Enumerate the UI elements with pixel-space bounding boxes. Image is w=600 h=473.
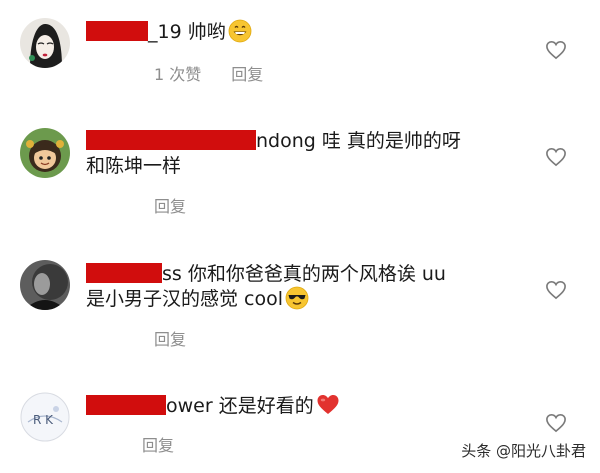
like-heart-button[interactable] [545,40,567,60]
username[interactable]: ndong [256,130,316,152]
comment-text-line2: 是小男子汉的感觉 cool [86,285,309,313]
grinning-face-emoji-icon [228,19,252,43]
username[interactable]: ss [162,263,182,285]
comment-text: ndong 哇 真的是帅的呀 [86,127,461,155]
comment-body-line2: 是小男子汉的感觉 cool [86,288,284,310]
heart-outline-icon [546,413,566,433]
username-redaction [86,395,166,415]
comment-text: _19 帅哟 [86,18,252,46]
username-redaction [86,21,148,41]
avatar-dark-photo-icon [20,260,70,310]
reply-button[interactable]: 回复 [142,436,174,455]
sunglasses-face-emoji-icon [285,286,309,310]
comment-meta: 1 次赞 回复 [154,61,263,85]
red-heart-emoji-icon [316,393,340,417]
comment-text-line2: 和陈坤一样 [86,152,181,180]
username[interactable]: _19 [148,21,182,43]
likes-count[interactable]: 1 次赞 [154,65,201,84]
comment-body-line1: 你和你爸爸真的两个风格诶 uu [181,263,446,285]
comment-body: 还是好看的 [212,395,314,417]
user-avatar[interactable] [20,260,70,310]
heart-outline-icon [546,147,566,167]
comment-body-line1: 哇 真的是帅的呀 [315,130,461,152]
avatar-logo-icon: R K [20,392,70,442]
like-heart-button[interactable] [545,280,567,300]
comment-text: ower 还是好看的 [86,392,340,420]
user-avatar[interactable] [20,18,70,68]
comment-meta: 回复 [154,193,186,217]
svg-text:R K: R K [33,413,54,427]
reply-button[interactable]: 回复 [231,65,263,84]
heart-outline-icon [546,280,566,300]
avatar-cartoon-icon [20,128,70,178]
user-avatar[interactable] [20,128,70,178]
avatar-illustration-icon [20,18,70,68]
comment-meta: 回复 [142,432,174,456]
comment-text: ss 你和你爸爸真的两个风格诶 uu [86,260,446,288]
reply-button[interactable]: 回复 [154,197,186,216]
username-redaction [86,130,256,150]
username[interactable]: ower [166,395,213,417]
username-redaction [86,263,162,283]
heart-outline-icon [546,40,566,60]
comment-meta: 回复 [154,326,186,350]
like-heart-button[interactable] [545,147,567,167]
comment-body: 帅哟 [181,21,226,43]
reply-button[interactable]: 回复 [154,330,186,349]
like-heart-button[interactable] [545,413,567,433]
user-avatar[interactable]: R K [20,392,70,442]
comment-body-line2: 和陈坤一样 [86,155,182,177]
watermark: 头条 @阳光八卦君 [461,442,586,460]
